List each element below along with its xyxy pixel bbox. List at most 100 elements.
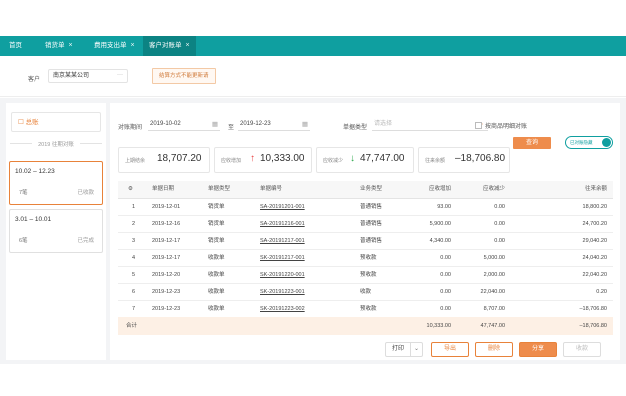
start-date-value: 2019-10-02 bbox=[150, 121, 181, 127]
table-cell: 收款单 bbox=[208, 255, 225, 261]
tab-customer-statement[interactable]: 客户对账单 × bbox=[143, 36, 196, 56]
table-cell: 24,700.20 bbox=[582, 221, 607, 227]
tab-label: 销货单 bbox=[45, 42, 65, 49]
period-card[interactable]: 3.01 – 10.01 6笔 已完成 bbox=[9, 209, 103, 253]
table-cell: 销货单 bbox=[208, 204, 225, 210]
hide-reconciled-toggle[interactable]: 已对账隐藏 bbox=[565, 136, 613, 149]
period-card[interactable]: 10.02 – 12.23 7笔 已收款 bbox=[9, 161, 103, 205]
period-sidebar: ☐ 总账 2019 往期对账 10.02 – 12.23 7笔 已收款 3.01… bbox=[6, 103, 106, 360]
table-cell: 2019-12-23 bbox=[152, 306, 181, 312]
table-cell: 0.00 bbox=[440, 306, 451, 312]
table-cell: 收款单 bbox=[208, 306, 225, 312]
table-cell: 普通销售 bbox=[360, 221, 383, 227]
date-range-label: 对账期间 bbox=[118, 125, 143, 131]
close-icon[interactable]: × bbox=[186, 42, 190, 49]
table-cell: 24,040.20 bbox=[582, 255, 607, 261]
end-date-value: 2019-12-23 bbox=[240, 121, 271, 127]
more-icon[interactable]: ··· bbox=[117, 69, 123, 82]
table-cell: 18,800.20 bbox=[582, 204, 607, 210]
doc-type-placeholder: 请选择 bbox=[374, 121, 393, 127]
doc-number-link[interactable]: SK-20191220-001 bbox=[260, 267, 305, 283]
table-cell: –18,706.80 bbox=[579, 306, 607, 312]
doc-number-link[interactable]: SA-20191217-001 bbox=[260, 233, 305, 249]
table-cell: 8,707.00 bbox=[483, 306, 505, 312]
table-cell: 0.00 bbox=[440, 255, 451, 261]
toggle-label: 已对账隐藏 bbox=[570, 140, 593, 145]
tab-home[interactable]: 首页 bbox=[3, 36, 28, 56]
notice-banner: 结算方式不能更新请 bbox=[152, 68, 216, 84]
column-header: 单据日期 bbox=[152, 186, 175, 192]
table-cell: 收款 bbox=[360, 289, 372, 295]
delete-button[interactable]: 删除 bbox=[475, 342, 513, 357]
toggle-knob bbox=[602, 138, 611, 147]
table-cell: 2019-12-01 bbox=[152, 204, 181, 210]
table-cell: 普通销售 bbox=[360, 238, 383, 244]
customer-input[interactable]: 南京某某公司 ··· bbox=[48, 69, 128, 83]
close-icon[interactable]: × bbox=[131, 42, 135, 49]
summary-balance: 往来余额 –18,706.80 bbox=[418, 147, 510, 173]
chevron-down-icon: ⌄ bbox=[410, 343, 422, 356]
settings-icon[interactable]: ⚙ bbox=[128, 181, 133, 198]
period-count: 7笔 bbox=[19, 190, 28, 196]
doc-type-label: 单据类型 bbox=[343, 125, 368, 131]
start-date-input[interactable]: 2019-10-02 ▦ bbox=[148, 119, 220, 131]
summary-receivable-increase: 应收增加 ↑ 10,333.00 bbox=[214, 147, 312, 173]
share-button[interactable]: 分享 bbox=[519, 342, 557, 357]
tab-expense[interactable]: 费用支出单 × bbox=[88, 36, 141, 56]
table-footer: 合计 10,333.00 47,747.00 –18,706.80 bbox=[118, 317, 613, 335]
print-select[interactable]: 打印 ⌄ bbox=[385, 342, 423, 357]
doc-number-link[interactable]: SA-20191216-001 bbox=[260, 216, 305, 232]
table-cell: 22,040.00 bbox=[480, 289, 505, 295]
doc-type-select[interactable]: 请选择 ⌄ bbox=[372, 118, 488, 131]
general-ledger-button[interactable]: ☐ 总账 bbox=[11, 112, 101, 132]
item-detail-checkbox[interactable]: 按商品明细对账 bbox=[475, 121, 527, 130]
checkbox-label: 按商品明细对账 bbox=[485, 124, 528, 130]
table-cell: 销货单 bbox=[208, 238, 225, 244]
table-row[interactable]: 3 2019-12-17 销货单 SA-20191217-001 普通销售 4,340.0… bbox=[118, 233, 613, 250]
table-cell: 4,340.00 bbox=[429, 238, 451, 244]
checkbox-box[interactable] bbox=[475, 122, 482, 129]
doc-number-link[interactable]: SK-20191223-001 bbox=[260, 284, 305, 300]
receive-payment-button[interactable]: 收款 bbox=[563, 342, 601, 357]
table-cell: 普通销售 bbox=[360, 204, 383, 210]
table-header-row: ⚙ 单据日期 单据类型 单据编号 业务类型 应收增加 应收减少 往来余额 bbox=[118, 181, 613, 199]
table-cell: 2019-12-23 bbox=[152, 289, 181, 295]
close-icon[interactable]: × bbox=[69, 42, 73, 49]
summary-label: 应收减少 bbox=[323, 158, 344, 164]
table-cell: 收款单 bbox=[208, 272, 225, 278]
summary-value: 10,333.00 bbox=[260, 153, 305, 164]
query-button[interactable]: 查询 bbox=[513, 137, 551, 149]
tab-sales-order[interactable]: 销货单 × bbox=[39, 36, 79, 56]
table-row[interactable]: 1 2019-12-01 销货单 SA-20191201-001 普通销售 93.00 0.… bbox=[118, 199, 613, 216]
table-cell: 1 bbox=[132, 204, 136, 210]
period-dates: 3.01 – 10.01 bbox=[15, 216, 52, 223]
table-row[interactable]: 6 2019-12-23 收款单 SK-20191223-001 收款 0.00 22,04… bbox=[118, 284, 613, 301]
arrow-down-icon: ↓ bbox=[350, 153, 355, 164]
table-cell: 2019-12-16 bbox=[152, 221, 181, 227]
column-header: 应收增加 bbox=[428, 186, 451, 192]
export-button[interactable]: 导出 bbox=[431, 342, 469, 357]
period-status: 已收款 bbox=[77, 190, 94, 196]
arrow-up-icon: ↑ bbox=[250, 153, 255, 164]
tab-label: 首页 bbox=[9, 42, 22, 49]
tab-label: 客户对账单 bbox=[149, 42, 182, 49]
table-cell: 0.00 bbox=[440, 289, 451, 295]
customer-filter-bar: 客户 南京某某公司 ··· 结算方式不能更新请 bbox=[0, 57, 626, 97]
table-cell: 0.00 bbox=[494, 221, 505, 227]
table-row[interactable]: 4 2019-12-17 收款单 SK-20191217-001 预收款 0.00 5,00… bbox=[118, 250, 613, 267]
end-date-input[interactable]: 2019-12-23 ▦ bbox=[238, 119, 310, 131]
doc-number-link[interactable]: SK-20191223-002 bbox=[260, 301, 305, 317]
summary-label: 往来余额 bbox=[425, 158, 446, 164]
calendar-icon: ▦ bbox=[301, 121, 308, 128]
table-row[interactable]: 2 2019-12-16 销货单 SA-20191216-001 普通销售 5,900.0… bbox=[118, 216, 613, 233]
table-row[interactable]: 7 2019-12-23 收款单 SK-20191223-002 预收款 0.00 8,70… bbox=[118, 301, 613, 318]
doc-number-link[interactable]: SA-20191201-001 bbox=[260, 199, 305, 215]
footer-label: 合计 bbox=[126, 323, 138, 329]
summary-prev-balance: 上期结余 18,707.20 bbox=[118, 147, 210, 173]
summary-value: 18,707.20 bbox=[157, 153, 202, 164]
tab-label: 费用支出单 bbox=[94, 42, 127, 49]
customer-value: 南京某某公司 bbox=[53, 73, 90, 79]
doc-number-link[interactable]: SK-20191217-001 bbox=[260, 250, 305, 266]
summary-label: 应收增加 bbox=[221, 158, 242, 164]
table-row[interactable]: 5 2019-12-20 收款单 SK-20191220-001 预收款 0.00 2,00… bbox=[118, 267, 613, 284]
